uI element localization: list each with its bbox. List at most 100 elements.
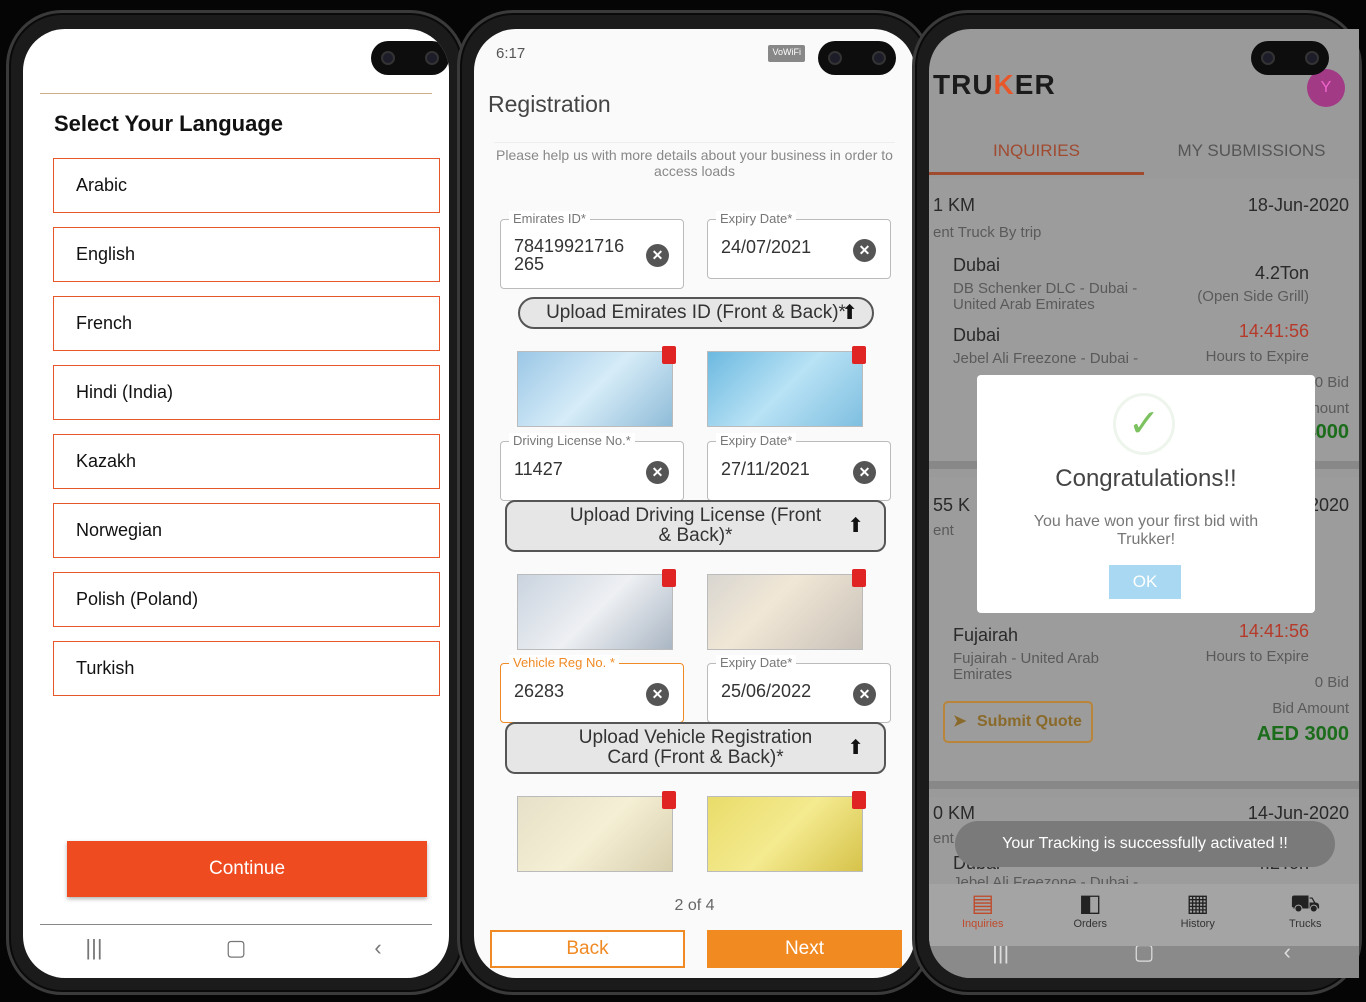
- trukker-logo: TRUKER: [933, 69, 1056, 100]
- emirates-id-field[interactable]: Emirates ID* 78419921716 265 ✕: [500, 211, 684, 289]
- vehicle-card-back-image[interactable]: [707, 791, 866, 872]
- timer: 14:41:56: [1238, 321, 1309, 341]
- nav-orders[interactable]: ◧ Orders: [1050, 884, 1130, 946]
- language-option-french[interactable]: French: [53, 296, 440, 351]
- to-address: Fujairah - United Arab Emirates: [953, 650, 1099, 683]
- home-icon[interactable]: ▢: [206, 935, 266, 961]
- upload-label: Upload Driving License (Front & Back)*: [569, 505, 822, 546]
- clear-icon[interactable]: ✕: [853, 239, 876, 262]
- upload-driving-license-button[interactable]: Upload Driving License (Front & Back)* ⬆: [505, 500, 886, 552]
- language-option-arabic[interactable]: Arabic: [53, 158, 440, 213]
- field-label: Emirates ID*: [509, 211, 590, 226]
- upload-icon: ⬆: [847, 737, 864, 759]
- to-city: Fujairah: [953, 625, 1019, 645]
- trip-type: ent Truck By trip: [933, 224, 1042, 241]
- delete-icon[interactable]: [852, 569, 866, 587]
- license-front-image[interactable]: [517, 569, 676, 650]
- from-city: Dubai: [953, 255, 1001, 275]
- stage: Select Your Language Arabic English Fren…: [0, 0, 1366, 1002]
- language-option-turkish[interactable]: Turkish: [53, 641, 440, 696]
- dialog-message: You have won your first bid with Trukker…: [1033, 513, 1259, 548]
- clear-icon[interactable]: ✕: [853, 683, 876, 706]
- checkmark-icon: ✓: [1113, 393, 1175, 455]
- delete-icon[interactable]: [662, 346, 676, 364]
- send-icon: ➤: [953, 713, 967, 730]
- tab-my-submissions[interactable]: MY SUBMISSIONS: [1144, 129, 1359, 175]
- field-label: Expiry Date*: [716, 433, 797, 448]
- front-camera: [818, 41, 896, 75]
- delete-icon[interactable]: [852, 346, 866, 364]
- timer: 14:41:56: [1238, 621, 1309, 641]
- emirates-expiry-field[interactable]: Expiry Date* 24/07/2021 ✕: [707, 211, 891, 279]
- clear-icon[interactable]: ✕: [646, 244, 669, 267]
- upload-label: Upload Vehicle Registration Card (Front …: [578, 727, 813, 768]
- continue-button[interactable]: Continue: [67, 841, 427, 897]
- back-icon[interactable]: ‹: [348, 935, 408, 961]
- vehicle-reg-field[interactable]: Vehicle Reg No. * 26283 ✕: [500, 655, 684, 723]
- distance: 0 KM: [933, 803, 976, 823]
- delete-icon[interactable]: [662, 791, 676, 809]
- tab-bar: INQUIRIES MY SUBMISSIONS: [929, 129, 1359, 175]
- phone-language: Select Your Language Arabic English Fren…: [6, 10, 466, 995]
- truck-type: (Open Side Grill): [1197, 288, 1309, 305]
- tonnage: 4.2Ton: [1254, 263, 1309, 283]
- help-text: Please help us with more details about y…: [494, 142, 895, 179]
- language-option-english[interactable]: English: [53, 227, 440, 282]
- front-camera: [1251, 41, 1329, 75]
- language-option-kazakh[interactable]: Kazakh: [53, 434, 440, 489]
- tab-inquiries[interactable]: INQUIRIES: [929, 129, 1144, 175]
- emirates-id-front-image[interactable]: [517, 346, 676, 427]
- hours-label: Hours to Expire: [1205, 348, 1309, 365]
- back-button[interactable]: Back: [490, 930, 685, 968]
- history-icon: ▦: [1186, 890, 1210, 917]
- date: 18-Jun-2020: [1247, 195, 1349, 215]
- language-option-polish[interactable]: Polish (Poland): [53, 572, 440, 627]
- submit-quote-label: Submit Quote: [977, 713, 1082, 730]
- nav-inquiries[interactable]: ▤ Inquiries: [943, 884, 1023, 946]
- clear-icon[interactable]: ✕: [646, 461, 669, 484]
- delete-icon[interactable]: [662, 569, 676, 587]
- distance: 55 K: [933, 495, 971, 515]
- nav-trucks[interactable]: ⛟ Trucks: [1265, 884, 1345, 946]
- vehicle-expiry-field[interactable]: Expiry Date* 25/06/2022 ✕: [707, 655, 891, 723]
- ok-button[interactable]: OK: [1109, 565, 1181, 599]
- license-expiry-field[interactable]: Expiry Date* 27/11/2021 ✕: [707, 433, 891, 501]
- field-value: 24/07/2021: [721, 237, 812, 257]
- bid-count: 0 Bid: [1314, 674, 1349, 691]
- language-option-hindi[interactable]: Hindi (India): [53, 365, 440, 420]
- field-value: 11427: [514, 459, 563, 479]
- emirates-id-back-image[interactable]: [707, 346, 866, 427]
- bottom-navigation: ▤ Inquiries ◧ Orders ▦ History ⛟ Trucks: [929, 884, 1359, 946]
- language-screen: Select Your Language Arabic English Fren…: [23, 29, 449, 978]
- upload-icon: ⬆: [847, 515, 864, 537]
- to-address: Jebel Ali Freezone - Dubai -: [953, 350, 1139, 367]
- submit-quote-button[interactable]: ➤ Submit Quote: [943, 701, 1093, 743]
- tracking-toast: Your Tracking is successfully activated …: [955, 821, 1335, 867]
- to-city: Dubai: [953, 325, 1001, 345]
- trucks-icon: ⛟: [1290, 890, 1321, 917]
- driving-license-field[interactable]: Driving License No.* 11427 ✕: [500, 433, 684, 501]
- clear-icon[interactable]: ✕: [853, 461, 876, 484]
- language-option-norwegian[interactable]: Norwegian: [53, 503, 440, 558]
- orders-icon: ◧: [1078, 890, 1102, 917]
- vehicle-card-front-image[interactable]: [517, 791, 676, 872]
- upload-vehicle-card-button[interactable]: Upload Vehicle Registration Card (Front …: [505, 722, 886, 774]
- field-value: 27/11/2021: [721, 459, 810, 479]
- phone-registration: 6:17 VoWiFi Registration Please help us …: [457, 10, 932, 995]
- trukker-screen: TRUKER Y INQUIRIES MY SUBMISSIONS 1 KM 1…: [929, 29, 1359, 978]
- nav-history[interactable]: ▦ History: [1158, 884, 1238, 946]
- page-title: Registration: [488, 91, 611, 117]
- dialog-title: Congratulations!!: [1055, 465, 1237, 492]
- field-value: 78419921716 265: [514, 236, 625, 274]
- distance: 1 KM: [933, 195, 976, 215]
- delete-icon[interactable]: [852, 791, 866, 809]
- clear-icon[interactable]: ✕: [646, 683, 669, 706]
- bid-amount-label: Bid Amount: [1272, 700, 1349, 717]
- upload-emirates-id-button[interactable]: Upload Emirates ID (Front & Back)* ⬆: [518, 297, 874, 329]
- next-button[interactable]: Next: [707, 930, 902, 968]
- front-camera: [371, 41, 449, 75]
- status-time: 6:17: [496, 45, 526, 62]
- license-back-image[interactable]: [707, 569, 866, 650]
- recents-icon[interactable]: |||: [64, 935, 124, 961]
- language-list: Arabic English French Hindi (India) Kaza…: [53, 158, 440, 710]
